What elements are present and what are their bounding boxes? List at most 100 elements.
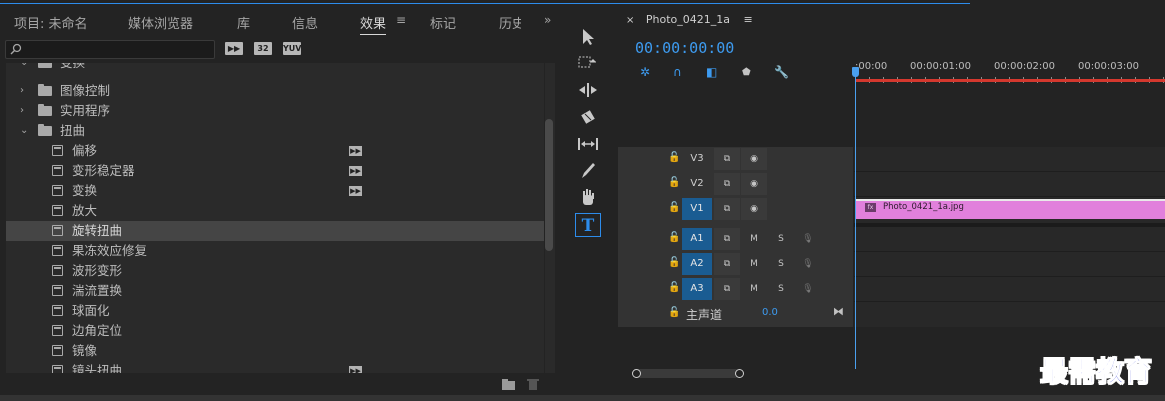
- pen-tool[interactable]: [575, 159, 601, 183]
- effect-icon: [52, 365, 63, 373]
- solo-button[interactable]: S: [768, 253, 794, 275]
- tab-menu-icon[interactable]: ≡: [396, 13, 406, 27]
- track-area[interactable]: [854, 147, 1165, 327]
- eye-icon[interactable]: ◉: [741, 148, 767, 170]
- tab-effects[interactable]: 效果: [360, 13, 387, 35]
- lock-icon[interactable]: 🔓: [668, 202, 680, 213]
- solo-button[interactable]: S: [768, 278, 794, 300]
- tree-effect-row[interactable]: 偏移 ▶▶: [6, 141, 544, 161]
- yuv-effects-filter-button[interactable]: YUV: [283, 42, 301, 55]
- razor-tool[interactable]: [575, 105, 601, 129]
- slip-tool[interactable]: [575, 132, 601, 156]
- tree-effect-row[interactable]: 波形变形: [6, 261, 544, 281]
- track-name-targeted[interactable]: A2: [682, 253, 712, 275]
- sync-lock-icon[interactable]: ⧉: [714, 148, 740, 170]
- hand-tool[interactable]: [575, 186, 601, 210]
- tab-media-browser[interactable]: 媒体浏览器: [128, 13, 193, 32]
- playhead-handle[interactable]: [852, 67, 859, 77]
- zoom-handle-right[interactable]: [735, 369, 744, 378]
- tree-effect-row[interactable]: 果冻效应修复: [6, 241, 544, 261]
- lock-icon[interactable]: 🔓: [668, 232, 680, 243]
- work-area-bar[interactable]: [855, 79, 1165, 82]
- tree-item-label: 果冻效应修复: [72, 243, 148, 258]
- tree-folder-row[interactable]: ⌄ 变换: [6, 63, 544, 73]
- eye-icon[interactable]: ◉: [741, 173, 767, 195]
- track-name[interactable]: V2: [682, 173, 712, 195]
- chevron-right-icon[interactable]: ›: [20, 81, 24, 101]
- tree-effect-row[interactable]: 镜头扭曲 ▶▶: [6, 361, 544, 373]
- type-tool[interactable]: T: [575, 213, 601, 237]
- add-marker-icon[interactable]: ⬟: [742, 67, 751, 78]
- tree-effect-row-selected[interactable]: 旋转扭曲: [6, 221, 544, 241]
- tree-effect-row[interactable]: 放大: [6, 201, 544, 221]
- time-ruler[interactable]: :00:00 00:00:01:00 00:00:02:00 00:00:03:…: [855, 47, 1165, 97]
- sync-lock-icon[interactable]: ⧉: [714, 173, 740, 195]
- effect-icon: [52, 205, 63, 216]
- nest-sequence-icon[interactable]: ✲: [640, 65, 650, 79]
- tree-effect-row[interactable]: 变形稳定器 ▶▶: [6, 161, 544, 181]
- tree-folder-row[interactable]: ⌄ 扭曲: [6, 121, 544, 141]
- accelerated-effects-filter-button[interactable]: ▶▶: [225, 42, 243, 55]
- sync-lock-icon[interactable]: ⧉: [714, 198, 740, 220]
- sync-lock-icon[interactable]: ⧉: [714, 253, 740, 275]
- ripple-edit-tool[interactable]: [575, 78, 601, 102]
- sync-lock-icon[interactable]: ⧉: [714, 228, 740, 250]
- new-folder-icon[interactable]: [502, 379, 516, 390]
- master-volume-value[interactable]: 0.0: [762, 307, 778, 318]
- microphone-icon[interactable]: 🎙: [795, 278, 821, 300]
- close-icon[interactable]: ×: [626, 15, 634, 26]
- sequence-tab[interactable]: × Photo_0421_1a ≡: [626, 13, 753, 26]
- tree-effect-row[interactable]: 镜像: [6, 341, 544, 361]
- microphone-icon[interactable]: 🎙: [795, 253, 821, 275]
- go-to-end-icon[interactable]: ⧓: [833, 305, 844, 318]
- timeline-clip[interactable]: fx Photo_0421_1a.jpg: [856, 199, 1165, 219]
- lock-icon[interactable]: 🔓: [668, 257, 680, 268]
- tab-info[interactable]: 信息: [292, 13, 318, 32]
- snap-magnet-icon[interactable]: ∩: [673, 65, 682, 79]
- master-track-label: 主声道: [686, 308, 723, 322]
- linked-selection-icon[interactable]: ◧: [706, 65, 717, 79]
- tab-markers[interactable]: 标记: [430, 13, 456, 32]
- tree-scrollbar-thumb[interactable]: [545, 119, 553, 251]
- menu-icon[interactable]: ≡: [744, 13, 753, 26]
- tree-folder-row[interactable]: › 图像控制: [6, 81, 544, 101]
- double-chevron-right-icon[interactable]: »: [544, 13, 551, 27]
- playhead-timecode[interactable]: 00:00:00:00: [635, 39, 734, 57]
- solo-button[interactable]: S: [768, 228, 794, 250]
- eye-icon[interactable]: ◉: [741, 198, 767, 220]
- tab-history[interactable]: 历史: [499, 13, 521, 32]
- playhead-line[interactable]: [855, 67, 856, 369]
- tab-project[interactable]: 项目: 未命名: [14, 13, 88, 32]
- sync-lock-icon[interactable]: ⧉: [714, 278, 740, 300]
- tree-effect-row[interactable]: 边角定位: [6, 321, 544, 341]
- chevron-down-icon[interactable]: ⌄: [20, 121, 28, 141]
- tree-effect-row[interactable]: 变换 ▶▶: [6, 181, 544, 201]
- track-name-targeted[interactable]: V1: [682, 198, 712, 220]
- mute-button[interactable]: M: [741, 278, 767, 300]
- zoom-handle-left[interactable]: [632, 369, 641, 378]
- selection-tool[interactable]: [575, 25, 601, 49]
- pen-icon: [582, 163, 595, 178]
- search-input[interactable]: [5, 40, 215, 59]
- tree-effect-row[interactable]: 湍流置换: [6, 281, 544, 301]
- 32bit-effects-filter-button[interactable]: 32: [254, 42, 272, 55]
- trash-icon[interactable]: [527, 378, 539, 390]
- lock-icon[interactable]: 🔓: [668, 282, 680, 293]
- track-select-tool[interactable]: [575, 51, 601, 75]
- chevron-right-icon[interactable]: ›: [20, 101, 24, 121]
- mute-button[interactable]: M: [741, 228, 767, 250]
- lock-icon[interactable]: 🔓: [668, 152, 680, 163]
- tree-effect-row[interactable]: 球面化: [6, 301, 544, 321]
- microphone-icon[interactable]: 🎙: [795, 228, 821, 250]
- chevron-down-icon[interactable]: ⌄: [20, 63, 28, 73]
- lock-icon[interactable]: 🔓: [668, 307, 680, 318]
- track-name-targeted[interactable]: A1: [682, 228, 712, 250]
- track-name[interactable]: V3: [682, 148, 712, 170]
- tab-libraries[interactable]: 库: [237, 13, 250, 32]
- lock-icon[interactable]: 🔓: [668, 177, 680, 188]
- timeline-zoom-scrollbar[interactable]: [632, 369, 740, 378]
- mute-button[interactable]: M: [741, 253, 767, 275]
- track-name-targeted[interactable]: A3: [682, 278, 712, 300]
- tree-folder-row[interactable]: › 实用程序: [6, 101, 544, 121]
- wrench-icon[interactable]: 🔧: [774, 65, 789, 79]
